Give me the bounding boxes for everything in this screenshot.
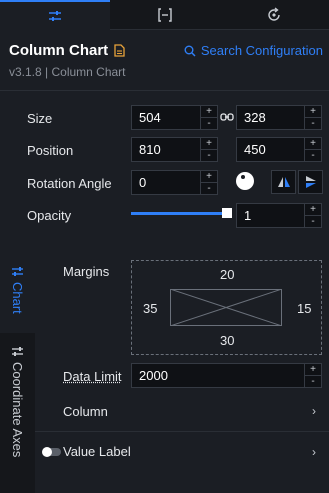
side-tab-coordinate-axes-label: Coordinate Axes xyxy=(10,362,25,458)
search-icon xyxy=(184,45,196,57)
tab-interaction[interactable] xyxy=(219,0,329,30)
increment-button[interactable]: + xyxy=(201,171,217,183)
rotation-value: 0 xyxy=(139,175,147,190)
size-height-input[interactable]: 328 + - xyxy=(236,105,322,130)
opacity-stepper[interactable]: + - xyxy=(304,204,321,227)
increment-button[interactable]: + xyxy=(201,106,217,118)
size-height-value: 328 xyxy=(244,110,266,125)
opacity-slider-track[interactable] xyxy=(131,212,228,215)
decrement-button[interactable]: - xyxy=(305,150,321,161)
value-label-toggle[interactable] xyxy=(42,446,61,457)
side-tab-chart[interactable]: Chart xyxy=(0,253,35,333)
sliders-icon xyxy=(48,11,61,21)
data-limit-stepper[interactable]: + - xyxy=(304,364,321,387)
position-x-input[interactable]: 810 + - xyxy=(131,137,218,162)
header-divider xyxy=(0,90,329,91)
size-label: Size xyxy=(27,111,53,126)
decrement-button[interactable]: - xyxy=(305,216,321,227)
opacity-slider-thumb[interactable] xyxy=(222,208,232,218)
decrement-button[interactable]: - xyxy=(305,376,321,387)
position-y-value: 450 xyxy=(244,142,266,157)
chevron-right-icon: › xyxy=(312,444,316,459)
flip-horizontal-icon xyxy=(277,177,290,187)
margin-right-value[interactable]: 15 xyxy=(297,301,311,316)
position-y-input[interactable]: 450 + - xyxy=(236,137,322,162)
opacity-value: 1 xyxy=(244,208,252,223)
increment-button[interactable]: + xyxy=(201,138,217,150)
decrement-button[interactable]: - xyxy=(201,118,217,129)
sliders-icon xyxy=(12,347,23,356)
rotation-input[interactable]: 0 + - xyxy=(131,170,218,195)
decrement-button[interactable]: - xyxy=(201,183,217,194)
bracket-icon xyxy=(157,7,172,22)
tab-data[interactable] xyxy=(109,0,220,30)
flip-vertical-icon xyxy=(305,176,316,188)
rotation-dial-icon[interactable] xyxy=(236,172,254,190)
margin-bottom-value[interactable]: 30 xyxy=(220,333,234,348)
data-limit-input[interactable]: 2000 + - xyxy=(131,363,322,388)
sliders-icon xyxy=(12,267,23,276)
position-x-value: 810 xyxy=(139,142,161,157)
increment-button[interactable]: + xyxy=(305,138,321,150)
search-configuration-link[interactable]: Search Configuration xyxy=(184,43,323,58)
side-tab-chart-label: Chart xyxy=(10,282,25,314)
decrement-button[interactable]: - xyxy=(305,118,321,129)
rotation-stepper[interactable]: + - xyxy=(200,171,217,194)
rotation-label: Rotation Angle xyxy=(27,176,112,191)
section-column[interactable]: Column › xyxy=(35,391,329,431)
data-limit-label: Data Limit xyxy=(63,369,122,384)
component-header: Column Chart xyxy=(9,42,125,59)
position-x-stepper[interactable]: + - xyxy=(200,138,217,161)
size-height-stepper[interactable]: + - xyxy=(304,106,321,129)
flip-horizontal-button[interactable] xyxy=(271,170,296,194)
margin-left-value[interactable]: 35 xyxy=(143,301,157,316)
chevron-right-icon: › xyxy=(312,404,316,418)
size-width-input[interactable]: 504 + - xyxy=(131,105,218,130)
position-label: Position xyxy=(27,143,74,158)
top-tab-bar xyxy=(0,0,329,30)
position-y-stepper[interactable]: + - xyxy=(304,138,321,161)
search-configuration-label: Search Configuration xyxy=(200,43,323,58)
data-limit-value: 2000 xyxy=(139,368,168,383)
size-width-stepper[interactable]: + - xyxy=(200,106,217,129)
increment-button[interactable]: + xyxy=(305,106,321,118)
section-column-label: Column xyxy=(63,403,108,419)
size-width-value: 504 xyxy=(139,110,161,125)
tab-properties[interactable] xyxy=(0,0,110,30)
component-version: v3.1.8 | Column Chart xyxy=(9,65,126,79)
margin-top-value[interactable]: 20 xyxy=(220,267,234,282)
refresh-icon xyxy=(268,6,280,21)
increment-button[interactable]: + xyxy=(305,364,321,376)
document-icon[interactable] xyxy=(114,44,125,57)
side-tab-coordinate-axes[interactable]: Coordinate Axes xyxy=(0,333,35,493)
component-title: Column Chart xyxy=(9,42,109,59)
decrement-button[interactable]: - xyxy=(201,150,217,161)
margin-preview-rect xyxy=(170,289,282,326)
opacity-label: Opacity xyxy=(27,208,72,223)
flip-vertical-button[interactable] xyxy=(298,170,323,194)
section-value-label[interactable]: Value Label › xyxy=(35,431,329,471)
increment-button[interactable]: + xyxy=(305,204,321,216)
opacity-input[interactable]: 1 + - xyxy=(236,203,322,228)
section-value-label-label: Value Label xyxy=(63,444,131,459)
margins-label: Margins xyxy=(63,264,110,279)
lock-ratio-icon[interactable] xyxy=(220,111,234,123)
